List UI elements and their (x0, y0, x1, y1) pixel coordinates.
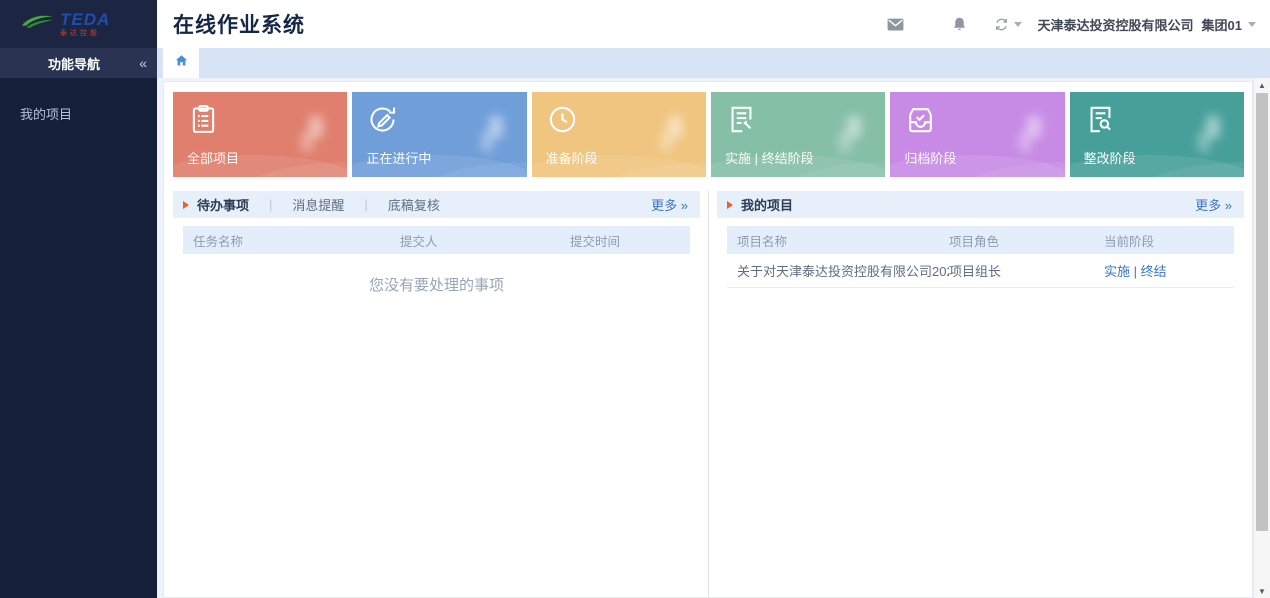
main-area: 在线作业系统 天津泰达投资控股有限公司 集团01 (157, 0, 1270, 598)
tab-separator: | (269, 197, 272, 212)
redacted-count (301, 132, 313, 152)
todo-table-header: 任务名称 提交人 提交时间 (183, 226, 690, 254)
archive-check-icon (904, 103, 937, 141)
tabbar (157, 48, 1270, 78)
stage-card-all-projects[interactable]: 全部项目 (173, 92, 347, 177)
company-name: 天津泰达投资控股有限公司 (1038, 15, 1194, 34)
card-label: 实施 | 终结阶段 (725, 148, 814, 167)
content-outer: 全部项目 正在进行中 (157, 78, 1270, 598)
projects-table-header: 项目名称 项目角色 当前阶段 (727, 226, 1234, 254)
bell-icon[interactable] (950, 14, 970, 34)
stage-card-rectification[interactable]: 整改阶段 (1070, 92, 1244, 177)
topbar-actions: 天津泰达投资控股有限公司 集团01 (886, 14, 1256, 34)
projects-panel-title: 我的项目 (741, 195, 793, 214)
projects-panel-header: 我的项目 更多 » (717, 191, 1244, 218)
card-label: 准备阶段 (546, 148, 598, 167)
stage-card-archive[interactable]: 归档阶段 (890, 92, 1064, 177)
card-label: 整改阶段 (1084, 148, 1136, 167)
sidebar: TEDA 泰达控股 功能导航 « 我的项目 (0, 0, 157, 598)
refresh-dropdown-caret[interactable] (1014, 22, 1022, 27)
edit-progress-icon (366, 103, 399, 141)
user-dropdown-caret[interactable] (1248, 22, 1256, 27)
vertical-scrollbar[interactable]: ▲ ▼ (1253, 78, 1270, 598)
panels-row: 待办事项 | 消息提醒 | 底稿复核 更多 » 任务名称 提交人 提交时间 (173, 191, 1244, 597)
redacted-count (839, 132, 851, 152)
logo-brand: TEDA (60, 11, 110, 28)
column-current-stage: 当前阶段 (1104, 231, 1224, 250)
tab-draft-review[interactable]: 底稿复核 (388, 195, 440, 214)
project-stage-link[interactable]: 实施 | 终结 (1104, 261, 1224, 280)
column-submitter: 提交人 (400, 231, 570, 250)
sidebar-nav-header: 功能导航 « (0, 48, 157, 78)
tab-home[interactable] (163, 48, 199, 78)
stage-cards: 全部项目 正在进行中 (173, 92, 1244, 177)
mail-icon[interactable] (886, 14, 906, 34)
card-label: 正在进行中 (366, 148, 431, 167)
document-audit-icon (725, 103, 758, 141)
redacted-count (481, 132, 493, 152)
column-project-role: 项目角色 (949, 231, 1104, 250)
panel-arrow-icon (727, 201, 733, 209)
todo-panel-header: 待办事项 | 消息提醒 | 底稿复核 更多 » (173, 191, 700, 218)
document-repair-icon (1084, 103, 1117, 141)
stage-card-implementation[interactable]: 实施 | 终结阶段 (711, 92, 885, 177)
app-window: TEDA 泰达控股 功能导航 « 我的项目 在线作业系统 (0, 0, 1270, 598)
logo-subtitle: 泰达控股 (60, 30, 110, 37)
todo-empty-message: 您没有要处理的事项 (173, 274, 700, 295)
redacted-count (660, 132, 672, 152)
clipboard-list-icon (187, 103, 220, 141)
stage-card-preparation[interactable]: 准备阶段 (532, 92, 706, 177)
scrollbar-thumb[interactable] (1256, 93, 1268, 531)
home-icon (174, 53, 189, 73)
sidebar-menu: 我的项目 (0, 78, 157, 598)
project-row[interactable]: 关于对天津泰达投资控股有限公司2021年固定... 项目组长 实施 | 终结 (727, 254, 1234, 288)
todo-panel: 待办事项 | 消息提醒 | 底稿复核 更多 » 任务名称 提交人 提交时间 (173, 191, 709, 597)
tab-separator: | (364, 197, 367, 212)
my-projects-panel: 我的项目 更多 » 项目名称 项目角色 当前阶段 关于对天津泰达投资控股有限公司… (709, 191, 1244, 597)
scrollbar-down-arrow[interactable]: ▼ (1254, 584, 1270, 598)
tab-message-reminders[interactable]: 消息提醒 (292, 195, 344, 214)
projects-more-link[interactable]: 更多 » (1195, 195, 1232, 214)
content-panel: 全部项目 正在进行中 (163, 81, 1253, 598)
clock-icon (546, 103, 579, 141)
panel-arrow-icon (183, 201, 189, 209)
project-role-cell: 项目组长 (949, 261, 1104, 280)
collapse-sidebar-icon[interactable]: « (139, 55, 147, 71)
nav-title: 功能导航 (48, 54, 100, 73)
refresh-icon[interactable] (992, 14, 1012, 34)
card-label: 归档阶段 (904, 148, 956, 167)
project-name-cell: 关于对天津泰达投资控股有限公司2021年固定... (737, 261, 949, 280)
redacted-count (1019, 132, 1031, 152)
tab-todo-items[interactable]: 待办事项 (197, 195, 249, 214)
sidebar-item-my-projects[interactable]: 我的项目 (0, 96, 157, 131)
column-project-name: 项目名称 (737, 231, 949, 250)
logo-text: TEDA 泰达控股 (60, 11, 110, 37)
card-label: 全部项目 (187, 148, 239, 167)
user-name[interactable]: 集团01 (1202, 15, 1242, 34)
redacted-count (1198, 132, 1210, 152)
stage-card-in-progress[interactable]: 正在进行中 (352, 92, 526, 177)
todo-more-link[interactable]: 更多 » (651, 195, 688, 214)
topbar: 在线作业系统 天津泰达投资控股有限公司 集团01 (157, 0, 1270, 48)
column-submit-time: 提交时间 (570, 231, 680, 250)
teda-swoosh-icon (20, 11, 56, 38)
logo: TEDA 泰达控股 (0, 0, 157, 48)
scrollbar-up-arrow[interactable]: ▲ (1254, 78, 1270, 92)
column-task-name: 任务名称 (193, 231, 400, 250)
page-title: 在线作业系统 (173, 9, 305, 39)
